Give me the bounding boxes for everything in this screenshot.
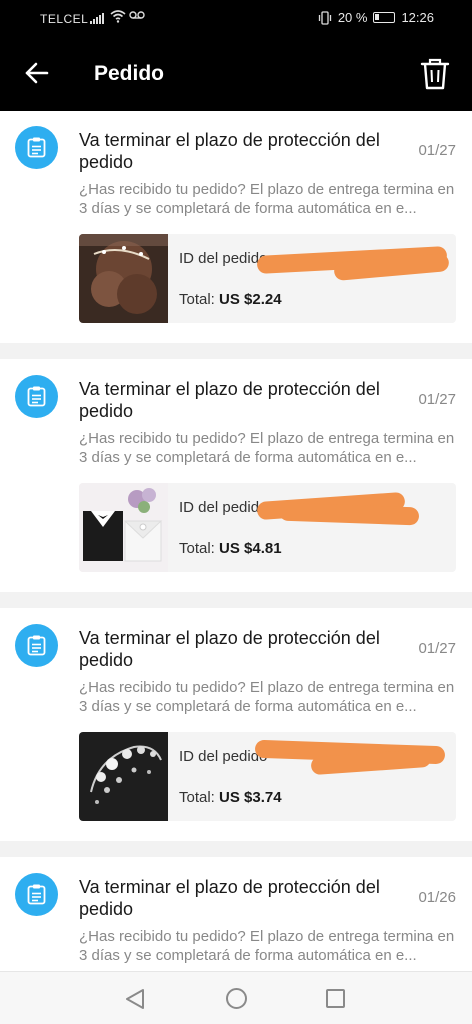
order-id-label: ID del pedido bbox=[179, 748, 268, 765]
message-title: Va terminar el plazo de protección del p… bbox=[79, 379, 380, 421]
message-date: 01/27 bbox=[418, 640, 456, 657]
order-id-label: ID del pedido bbox=[179, 499, 268, 516]
battery-icon bbox=[373, 12, 396, 23]
total-value: US $2.24 bbox=[219, 291, 282, 308]
nav-back-icon[interactable] bbox=[125, 988, 145, 1010]
message-card[interactable]: Va terminar el plazo de protección del p… bbox=[0, 111, 472, 343]
message-date: 01/26 bbox=[418, 889, 456, 906]
trash-icon[interactable] bbox=[419, 56, 451, 92]
notification-icon bbox=[15, 624, 58, 667]
message-date: 01/27 bbox=[418, 391, 456, 408]
battery-percent: 20 % bbox=[337, 10, 368, 25]
order-summary[interactable]: ID del pedido Total: US $3.74 bbox=[79, 732, 456, 821]
total-value: US $4.81 bbox=[219, 540, 282, 557]
order-total: Total: US $2.24 bbox=[179, 291, 282, 308]
order-summary[interactable]: ID del pedido Total: US $4.81 bbox=[79, 483, 456, 572]
product-thumbnail-wedding-favor-boxes bbox=[79, 483, 168, 572]
message-date: 01/27 bbox=[418, 142, 456, 159]
order-id-label: ID del pedido bbox=[179, 250, 268, 267]
message-body: ¿Has recibido tu pedido? El plazo de ent… bbox=[79, 679, 455, 715]
voicemail-icon bbox=[129, 11, 145, 19]
app-header: TELCEL 20 % 12:26 Pedido bbox=[0, 0, 472, 111]
product-thumbnail-pearl-hair-vine bbox=[79, 732, 168, 821]
notification-icon bbox=[15, 375, 58, 418]
message-title: Va terminar el plazo de protección del p… bbox=[79, 877, 380, 919]
message-body: ¿Has recibido tu pedido? El plazo de ent… bbox=[79, 430, 455, 466]
message-title: Va terminar el plazo de protección del p… bbox=[79, 130, 380, 172]
message-body: ¿Has recibido tu pedido? El plazo de ent… bbox=[79, 928, 455, 964]
vibrate-icon bbox=[318, 10, 331, 25]
divider bbox=[0, 343, 472, 359]
product-thumbnail-hair-accessory bbox=[79, 234, 168, 323]
status-bar: TELCEL 20 % 12:26 bbox=[0, 0, 472, 38]
nav-recents-icon[interactable] bbox=[326, 989, 345, 1008]
signal-icon bbox=[90, 12, 104, 27]
message-card[interactable]: Va terminar el plazo de protección del p… bbox=[0, 608, 472, 841]
total-label: Total: bbox=[179, 540, 215, 557]
message-card[interactable]: Va terminar el plazo de protección del p… bbox=[0, 857, 472, 971]
back-arrow-icon[interactable] bbox=[22, 58, 52, 88]
divider bbox=[0, 592, 472, 608]
message-body: ¿Has recibido tu pedido? El plazo de ent… bbox=[79, 181, 455, 217]
order-total: Total: US $4.81 bbox=[179, 540, 282, 557]
nav-home-icon[interactable] bbox=[226, 988, 247, 1009]
order-summary[interactable]: ID del pedido Total: US $2.24 bbox=[79, 234, 456, 323]
page-title: Pedido bbox=[94, 62, 165, 85]
clock: 12:26 bbox=[401, 10, 434, 25]
divider bbox=[0, 841, 472, 857]
message-list[interactable]: Va terminar el plazo de protección del p… bbox=[0, 111, 472, 971]
status-right: 20 % 12:26 bbox=[318, 10, 434, 25]
redaction-mark bbox=[278, 502, 420, 526]
carrier-name: TELCEL bbox=[40, 12, 89, 26]
message-title: Va terminar el plazo de protección del p… bbox=[79, 628, 380, 670]
order-total: Total: US $3.74 bbox=[179, 789, 282, 806]
system-nav-bar bbox=[0, 971, 472, 1024]
total-label: Total: bbox=[179, 291, 215, 308]
message-card[interactable]: Va terminar el plazo de protección del p… bbox=[0, 359, 472, 592]
wifi-icon bbox=[110, 10, 126, 23]
total-value: US $3.74 bbox=[219, 789, 282, 806]
total-label: Total: bbox=[179, 789, 215, 806]
notification-icon bbox=[15, 873, 58, 916]
notification-icon bbox=[15, 126, 58, 169]
